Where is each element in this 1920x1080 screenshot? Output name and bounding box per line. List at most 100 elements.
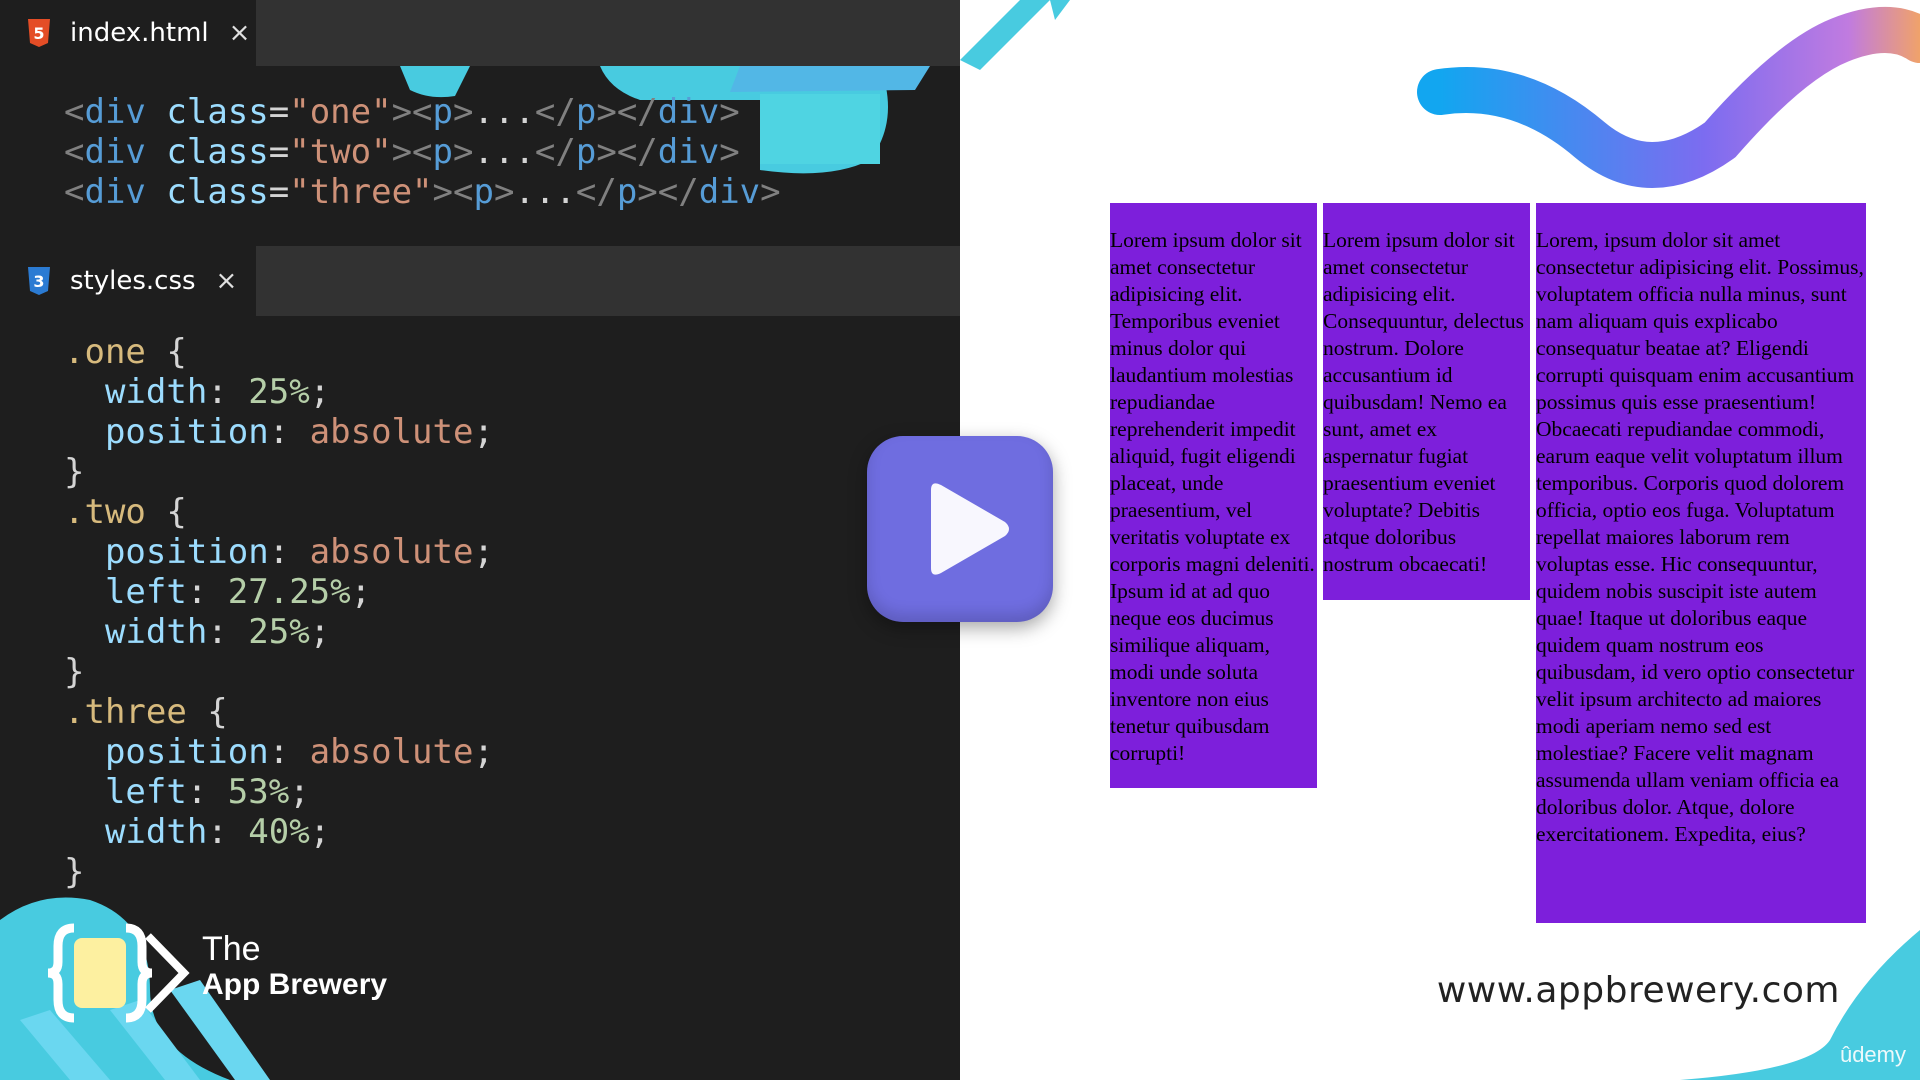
code-token: >	[760, 172, 781, 212]
css-code-line: }	[64, 652, 494, 692]
code-token: =	[268, 172, 290, 212]
code-token: </	[575, 172, 617, 212]
close-icon[interactable]: ×	[216, 266, 238, 296]
code-token: :	[207, 612, 249, 652]
html5-file-icon: 5	[26, 19, 52, 47]
css-code-line: .one {	[64, 332, 494, 372]
code-token: 25%	[248, 372, 310, 412]
code-token: "three"	[289, 172, 433, 212]
code-token: >	[719, 92, 740, 132]
brand-name: App Brewery	[202, 968, 388, 1001]
code-token: >	[493, 172, 515, 212]
code-token: >	[719, 132, 740, 172]
code-token: >	[453, 92, 474, 132]
code-token: class	[145, 172, 269, 212]
code-token: :	[186, 772, 228, 812]
html-code-block[interactable]: <div class="one"><p>...</p></div> <div cl…	[64, 92, 781, 212]
code-token: p	[575, 132, 597, 172]
code-token: ><	[391, 132, 433, 172]
css-code-line: .two {	[64, 492, 494, 532]
code-token: .two	[64, 492, 146, 532]
code-token: ><	[391, 92, 433, 132]
code-token: <	[64, 132, 85, 172]
code-token: </	[534, 92, 576, 132]
code-token: width	[64, 612, 208, 652]
code-token: div	[84, 132, 146, 172]
code-token: ...	[473, 132, 535, 172]
css-code-line: left: 27.25%;	[64, 572, 494, 612]
column-two: Lorem ipsum dolor sit amet consectetur a…	[1323, 203, 1530, 600]
code-token: p	[473, 172, 494, 212]
code-token: ...	[473, 92, 535, 132]
code-token: left	[64, 572, 187, 612]
brand-the: The	[202, 930, 261, 968]
tab-styles-css[interactable]: 3 styles.css ×	[0, 246, 256, 316]
udemy-watermark: ûdemy	[1839, 1042, 1906, 1067]
code-token: :	[207, 372, 249, 412]
code-token: </	[534, 132, 576, 172]
code-token: div	[657, 132, 720, 172]
tab-label-index-html: index.html	[70, 18, 209, 48]
code-token: "two"	[289, 132, 392, 172]
css-code-line: width: 40%;	[64, 812, 494, 852]
column-three: Lorem, ipsum dolor sit amet consectetur …	[1536, 203, 1866, 923]
code-token: ></	[596, 132, 658, 172]
code-token: ></	[637, 172, 699, 212]
code-token: {	[186, 692, 228, 732]
code-token: 27.25%	[227, 572, 351, 612]
code-token: :	[268, 732, 310, 772]
code-token: =	[268, 132, 290, 172]
code-token: ><	[432, 172, 474, 212]
play-button[interactable]	[867, 436, 1053, 622]
curly-braces-logo-icon	[47, 923, 190, 1023]
code-token: .three	[64, 692, 187, 732]
code-token: {	[145, 492, 187, 532]
css-code-line: position: absolute;	[64, 732, 494, 772]
code-token: div	[84, 172, 146, 212]
code-token: ;	[289, 772, 310, 812]
html-tab-bar: 5 index.html ×	[0, 0, 960, 66]
code-token: :	[268, 412, 310, 452]
code-token: position	[64, 532, 269, 572]
code-token: p	[616, 172, 638, 212]
close-icon[interactable]: ×	[229, 18, 251, 48]
css-code-line: width: 25%;	[64, 612, 494, 652]
column-three-text: Lorem, ipsum dolor sit amet consectetur …	[1536, 228, 1864, 846]
code-token: :	[207, 812, 249, 852]
css-code-line: }	[64, 852, 494, 892]
code-token: p	[432, 92, 454, 132]
code-token: }	[64, 852, 85, 892]
code-token: ;	[473, 732, 494, 772]
code-token: ;	[473, 532, 494, 572]
code-token: {	[145, 332, 187, 372]
column-one-text: Lorem ipsum dolor sit amet consectetur a…	[1110, 228, 1315, 765]
code-token: }	[64, 452, 85, 492]
code-token: :	[268, 532, 310, 572]
svg-text:3: 3	[33, 272, 44, 291]
css-code-line: }	[64, 452, 494, 492]
code-token: <	[64, 172, 85, 212]
code-token: "one"	[289, 92, 392, 132]
code-token: ;	[473, 412, 494, 452]
code-token: absolute	[309, 412, 474, 452]
code-token: :	[186, 572, 228, 612]
code-token: 25%	[248, 612, 310, 652]
column-one: Lorem ipsum dolor sit amet consectetur a…	[1110, 203, 1317, 788]
html-code-line: <div class="two"><p>...</p></div>	[64, 132, 781, 172]
code-token: .one	[64, 332, 146, 372]
tab-index-html[interactable]: 5 index.html ×	[0, 0, 256, 66]
code-token: div	[657, 92, 720, 132]
css-code-line: .three {	[64, 692, 494, 732]
code-token: div	[698, 172, 761, 212]
code-token: p	[575, 92, 597, 132]
code-token: ...	[514, 172, 576, 212]
css-code-block[interactable]: .one { width: 25%; position: absolute;}.…	[64, 332, 494, 892]
code-editor: 5 index.html × <div class="one"><p>...</…	[0, 0, 960, 1080]
code-token: absolute	[309, 732, 474, 772]
code-token: ;	[309, 812, 331, 852]
code-token: left	[64, 772, 187, 812]
css-tab-bar: 3 styles.css ×	[0, 246, 960, 316]
browser-preview: Lorem ipsum dolor sit amet consectetur a…	[960, 0, 1920, 1080]
code-token: class	[145, 132, 269, 172]
code-token: ;	[309, 372, 331, 412]
